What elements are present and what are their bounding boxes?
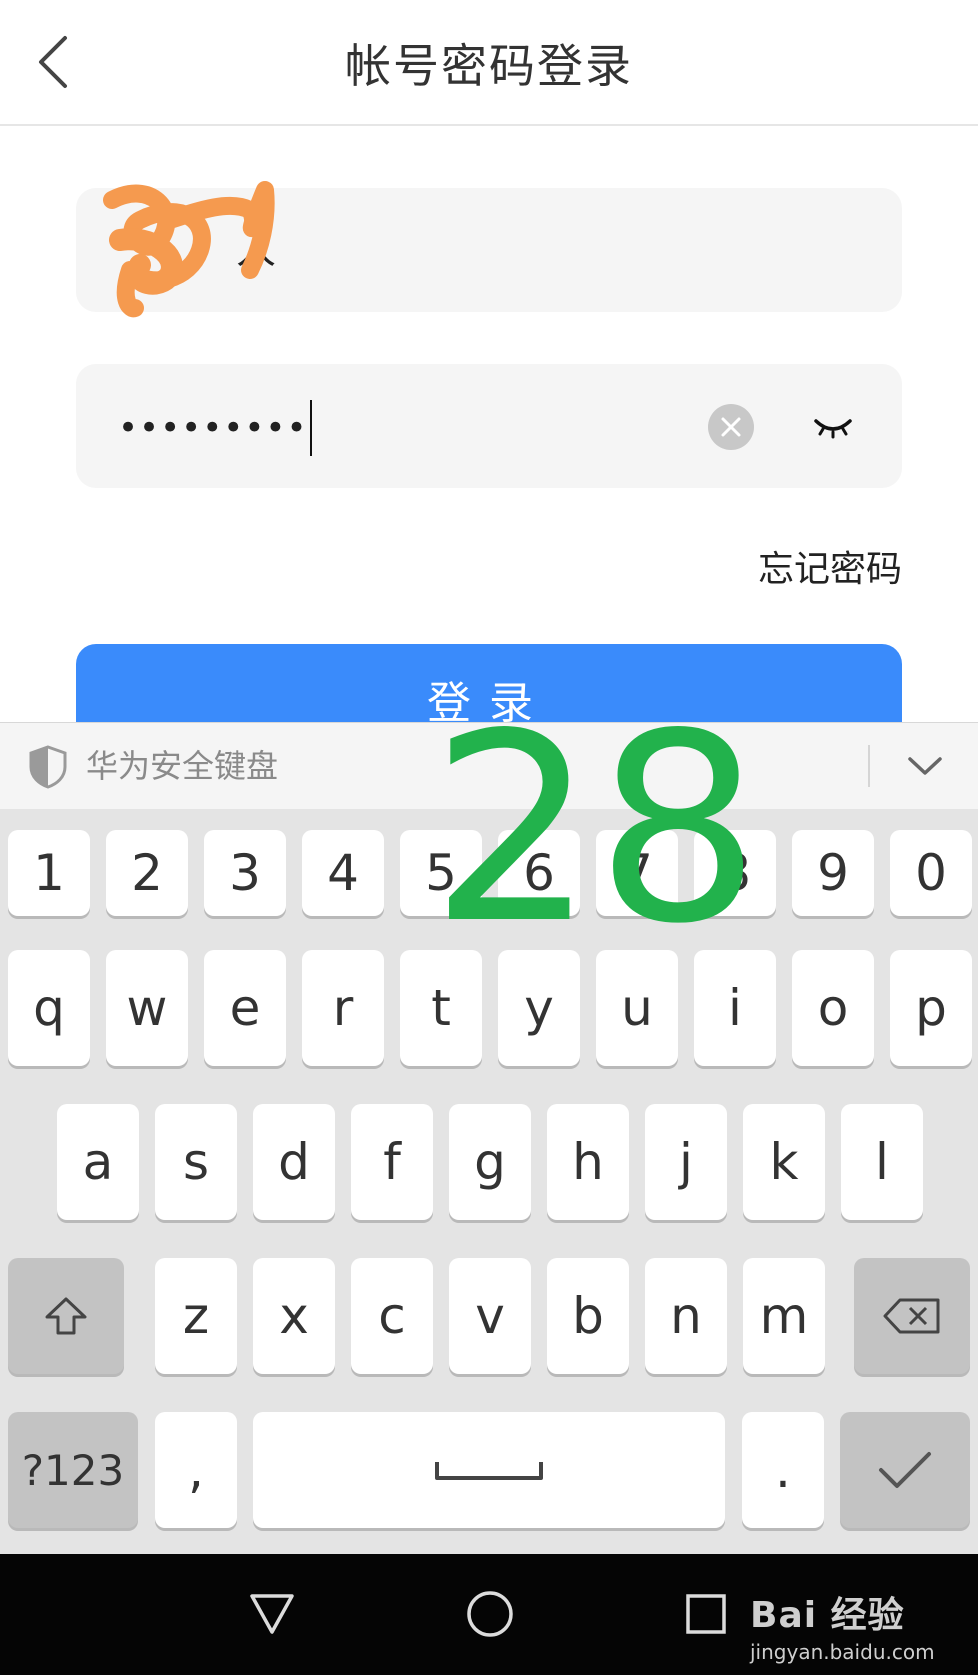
square-recents-icon [686, 1594, 726, 1634]
key-letter[interactable]: h [547, 1104, 629, 1220]
key-letter[interactable]: d [253, 1104, 335, 1220]
key-letter[interactable]: o [792, 950, 874, 1066]
symbols-key[interactable]: ?123 [8, 1412, 138, 1528]
key-number[interactable]: 9 [792, 830, 874, 916]
toolbar-divider [868, 745, 870, 787]
comma-key[interactable]: , [155, 1412, 237, 1528]
shift-key[interactable] [8, 1258, 124, 1374]
key-letter[interactable]: b [547, 1258, 629, 1374]
close-icon [721, 417, 741, 437]
key-letter[interactable]: r [302, 950, 384, 1066]
key-number[interactable]: 3 [204, 830, 286, 916]
circle-home-icon [467, 1591, 513, 1637]
key-letter[interactable]: j [645, 1104, 727, 1220]
key-letter[interactable]: v [449, 1258, 531, 1374]
enter-key[interactable] [840, 1412, 970, 1528]
key-letter[interactable]: n [645, 1258, 727, 1374]
key-letter[interactable]: i [694, 950, 776, 1066]
key-number[interactable]: 7 [596, 830, 678, 916]
key-letter[interactable]: s [155, 1104, 237, 1220]
keyboard: 华为安全键盘 1234567890 qwertyuiop asdfghjkl zxcv… [0, 722, 978, 1554]
key-letter[interactable]: c [351, 1258, 433, 1374]
shield-icon [29, 745, 67, 789]
collapse-keyboard-button[interactable] [900, 743, 950, 789]
key-number[interactable]: 8 [694, 830, 776, 916]
space-icon [435, 1462, 543, 1480]
account-value: 人 [236, 227, 276, 273]
key-letter[interactable]: a [57, 1104, 139, 1220]
key-letter[interactable]: t [400, 950, 482, 1066]
backspace-icon [883, 1298, 940, 1334]
space-key[interactable] [253, 1412, 725, 1528]
key-letter[interactable]: z [155, 1258, 237, 1374]
checkmark-icon [879, 1452, 931, 1488]
key-letter[interactable]: g [449, 1104, 531, 1220]
forgot-password-link[interactable]: 忘记密码 [758, 540, 902, 592]
clear-button[interactable] [708, 404, 754, 450]
key-letter[interactable]: e [204, 950, 286, 1066]
header-bar: 帐号密码登录 [0, 0, 978, 126]
period-key[interactable]: . [742, 1412, 824, 1528]
key-letter[interactable]: x [253, 1258, 335, 1374]
keyboard-brand-label: 华为安全键盘 [86, 747, 279, 785]
toggle-visibility-button[interactable] [808, 402, 858, 452]
eye-closed-icon [814, 419, 852, 439]
system-nav-bar [0, 1554, 978, 1675]
account-field[interactable]: 人 [76, 181, 902, 318]
key-letter[interactable]: w [106, 950, 188, 1066]
page-title: 帐号密码登录 [345, 39, 633, 93]
chevron-down-icon [908, 757, 942, 775]
key-letter[interactable]: y [498, 950, 580, 1066]
key-number[interactable]: 6 [498, 830, 580, 916]
key-number[interactable]: 1 [8, 830, 90, 916]
password-dots: ••••••••• [118, 408, 308, 448]
key-number[interactable]: 0 [890, 830, 972, 916]
key-letter[interactable]: l [841, 1104, 923, 1220]
password-value: ••••••••• [118, 364, 312, 488]
key-letter[interactable]: f [351, 1104, 433, 1220]
shift-icon [45, 1297, 87, 1335]
password-field[interactable]: ••••••••• [76, 364, 902, 488]
triangle-back-icon [250, 1594, 294, 1634]
keyboard-toolbar: 华为安全键盘 [0, 722, 978, 809]
text-caret [309, 400, 312, 456]
key-number[interactable]: 5 [400, 830, 482, 916]
backspace-key[interactable] [854, 1258, 970, 1374]
nav-back-button[interactable] [242, 1584, 302, 1644]
key-letter[interactable]: m [743, 1258, 825, 1374]
key-letter[interactable]: k [743, 1104, 825, 1220]
nav-home-button[interactable] [460, 1584, 520, 1644]
nav-recents-button[interactable] [676, 1584, 736, 1644]
key-letter[interactable]: q [8, 950, 90, 1066]
key-letter[interactable]: p [890, 950, 972, 1066]
key-number[interactable]: 4 [302, 830, 384, 916]
key-number[interactable]: 2 [106, 830, 188, 916]
key-letter[interactable]: u [596, 950, 678, 1066]
